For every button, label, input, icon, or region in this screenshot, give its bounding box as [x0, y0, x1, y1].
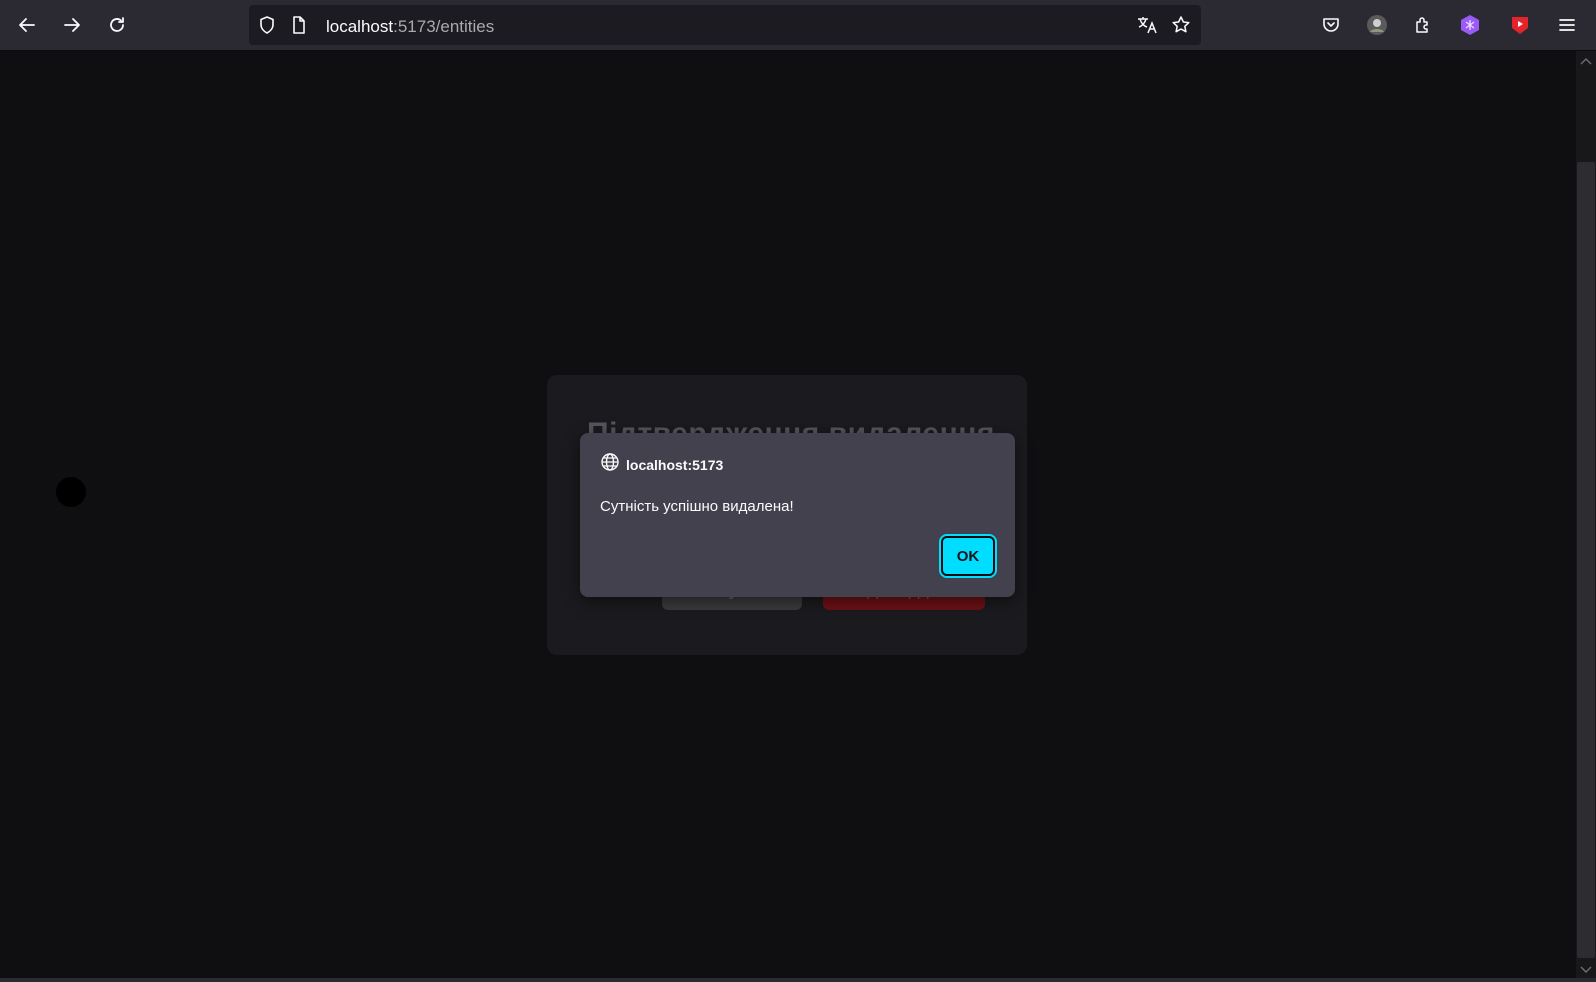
arrow-left-icon[interactable]	[13, 11, 41, 39]
extension-icon[interactable]	[1456, 11, 1484, 39]
url-path: :5173/entities	[393, 17, 495, 36]
url-bar[interactable]: localhost:5173/entities	[249, 5, 1201, 45]
ok-button[interactable]: OK	[941, 536, 995, 576]
reload-icon[interactable]	[103, 11, 131, 39]
globe-icon	[600, 452, 620, 477]
url-text[interactable]: localhost:5173/entities	[326, 17, 494, 37]
scrollbar-thumb[interactable]	[1577, 162, 1595, 958]
shield-icon[interactable]	[253, 11, 281, 39]
pocket-icon[interactable]	[1317, 11, 1345, 39]
alert-origin-text: localhost:5173	[626, 456, 724, 473]
page-icon[interactable]	[285, 11, 313, 39]
avatar[interactable]	[1363, 11, 1391, 39]
scroll-down-icon[interactable]	[1580, 965, 1592, 975]
scroll-up-icon[interactable]	[1580, 56, 1592, 66]
arrow-right-icon[interactable]	[58, 11, 86, 39]
translate-icon[interactable]	[1133, 11, 1161, 39]
youtube-icon[interactable]	[1506, 11, 1534, 39]
window-bottom-edge	[0, 978, 1596, 982]
puzzle-icon[interactable]	[1409, 11, 1437, 39]
cursor-indicator	[56, 477, 86, 507]
star-icon[interactable]	[1167, 11, 1195, 39]
hamburger-menu-icon[interactable]	[1553, 11, 1581, 39]
alert-message: Сутність успішно видалена!	[600, 498, 794, 515]
browser-toolbar: localhost:5173/entities	[0, 0, 1596, 51]
alert-origin: localhost:5173	[600, 452, 723, 477]
url-host: localhost	[326, 17, 394, 36]
alert-dialog: localhost:5173 Сутність успішно видалена…	[580, 433, 1015, 597]
